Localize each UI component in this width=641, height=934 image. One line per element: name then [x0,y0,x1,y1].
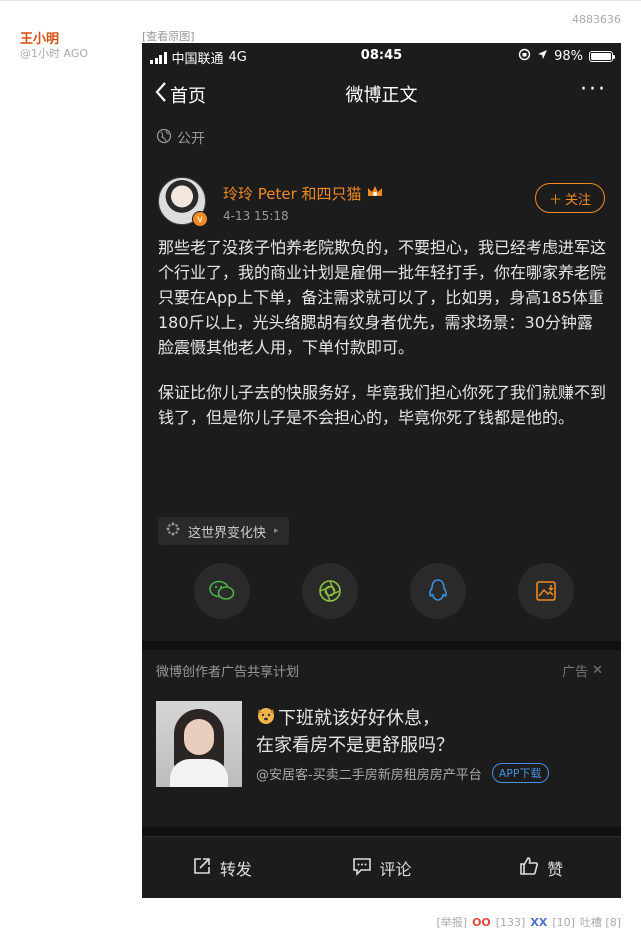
xx-vote-button[interactable]: XX [530,916,547,929]
ad-plan-label: 微博创作者广告共享计划 [156,665,300,680]
nav-bar: 首页 微博正文 ··· [142,71,621,115]
post-time: @1小时 AGO [20,47,89,60]
ad-headline-line-1: 下班就该好好休息， [278,708,440,729]
like-button[interactable]: 赞 [461,837,621,898]
follow-button[interactable]: ＋ 关注 [535,183,605,213]
dog-emoji-icon [256,705,276,733]
follow-label: 关注 [565,192,592,208]
close-icon: ✕ [592,663,603,678]
comment-icon [352,856,372,880]
ad-headline[interactable]: 下班就该好好休息， 在家看房不是更舒服吗？ [256,705,454,759]
location-icon [537,49,548,64]
ad-source-text: @安居客-买卖二手房新房租房房产平台 [256,767,482,783]
plus-icon: ＋ [548,192,562,208]
topic-tag[interactable]: 这世界变化快 ▸ [158,517,289,545]
share-row [194,563,574,619]
moments-icon[interactable] [302,563,358,619]
thumbs-up-icon [519,856,539,880]
poster-name-text: 玲玲 Peter 和四只猫 [223,185,362,203]
report-link[interactable]: [举报] [436,914,467,930]
globe-icon [156,128,172,148]
screenshot-image: 中国联通 4G 08:45 98% 首页 微博正文 ··· 公开 v 玲玲 Pe… [142,43,621,898]
battery-icon [589,51,615,62]
oo-vote-button[interactable]: OO [472,916,491,929]
poster-time: 4-13 15:18 [223,209,289,223]
view-original-link[interactable]: 查看原图 [142,28,195,44]
post-container: 4883636 王小明 @1小时 AGO 查看原图 中国联通 4G 08:45 … [0,0,641,934]
ad-source: @安居客-买卖二手房新房租房房产平台 APP下载 [256,763,549,783]
topic-text: 这世界变化快 [188,525,267,541]
page-title: 微博正文 [345,85,418,106]
visibility-label: 公开 [156,128,205,148]
xx-count: [10] [552,915,575,929]
post-id: 4883636 [572,13,621,26]
battery-percent: 98% [554,49,583,64]
status-bar: 中国联通 4G 08:45 98% [142,43,621,71]
ad-label: 广告 [562,665,589,680]
section-divider [142,827,621,836]
repost-label: 转发 [219,859,252,879]
tucao-link[interactable]: 吐槽 [8] [580,914,621,930]
wechat-icon[interactable] [194,563,250,619]
more-button[interactable]: ··· [580,77,607,102]
oo-count: [133] [495,915,526,929]
vip-crown-icon [366,184,384,204]
ad-close-button[interactable]: 广告 ✕ [562,661,603,680]
ad-headline-line-2: 在家看房不是更舒服吗？ [256,735,454,756]
chevron-right-icon: ▸ [274,526,279,536]
repost-button[interactable]: 转发 [142,837,302,898]
post-paragraph: 那些老了没孩子怕养老院欺负的，不要担心，我已经考虑进军这个行业了，我的商业计划是… [158,238,607,357]
app-download-button[interactable]: APP下载 [491,763,549,783]
comment-label: 评论 [379,859,412,879]
ad-thumbnail[interactable] [156,701,242,787]
post-footer: [举报] OO [133] XX [10] 吐槽 [8] [436,914,621,930]
verified-badge-icon: v [192,211,208,227]
like-label: 赞 [547,859,564,879]
section-divider [142,641,621,650]
post-body: 那些老了没孩子怕养老院欺负的，不要担心，我已经考虑进军这个行业了，我的商业计划是… [158,235,608,450]
qq-icon[interactable] [410,563,466,619]
comment-button[interactable]: 评论 [302,837,462,898]
action-bar: 转发 评论 赞 [142,836,621,898]
poster-name[interactable]: 玲玲 Peter 和四只猫 [223,183,384,204]
save-image-icon[interactable] [518,563,574,619]
topic-icon [166,522,180,540]
rotation-lock-icon [518,48,531,65]
visibility-text: 公开 [177,131,205,147]
post-paragraph: 保证比你儿子去的快服务好，毕竟我们担心你死了我们就赚不到钱了，但是你儿子是不会担… [158,383,607,427]
repost-icon [192,856,212,880]
